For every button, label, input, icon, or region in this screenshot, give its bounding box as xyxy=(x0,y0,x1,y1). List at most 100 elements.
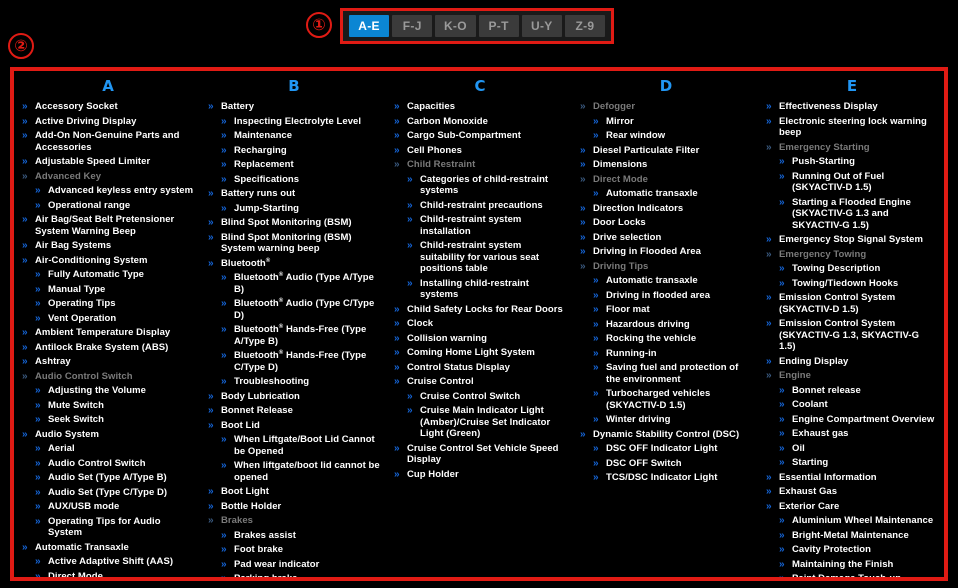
index-sub-link[interactable]: » Starting xyxy=(779,457,938,469)
index-link[interactable]: » Battery runs out xyxy=(208,188,380,200)
index-entry-label[interactable]: Bonnet Release xyxy=(221,405,293,416)
index-entry-label[interactable]: Antilock Brake System (ABS) xyxy=(35,342,168,353)
index-sub-entry-label[interactable]: Push-Starting xyxy=(792,156,855,167)
index-sub-entry-label[interactable]: Bluetooth® Hands-Free (Type A/Type B) xyxy=(234,324,366,347)
index-sub-link[interactable]: » Specifications xyxy=(221,174,380,186)
index-entry-label[interactable]: Emission Control System (SKYACTIV-D 1.5) xyxy=(779,292,895,315)
index-sub-entry-label[interactable]: Replacement xyxy=(234,159,294,170)
index-sub-link[interactable]: » Bluetooth® Audio (Type A/Type B) xyxy=(221,272,380,295)
index-entry-label[interactable]: Dynamic Stability Control (DSC) xyxy=(593,429,739,440)
index-sub-entry-label[interactable]: Driving in flooded area xyxy=(606,290,710,301)
index-sub-link[interactable]: » Installing child-restraint systems xyxy=(407,278,566,301)
index-sub-entry-label[interactable]: Mute Switch xyxy=(48,400,104,411)
index-sub-link[interactable]: » Adjusting the Volume xyxy=(35,385,194,397)
index-link[interactable]: » Accessory Socket xyxy=(22,101,194,113)
index-entry-label[interactable]: Control Status Display xyxy=(407,362,510,373)
index-entry-label[interactable]: Bottle Holder xyxy=(221,501,281,512)
index-sub-link[interactable]: » Active Adaptive Shift (AAS) xyxy=(35,556,194,568)
index-entry-label[interactable]: Clock xyxy=(407,318,433,329)
index-link[interactable]: » Exterior Care xyxy=(766,501,938,513)
index-link[interactable]: » Emission Control System (SKYACTIV-D 1.5… xyxy=(766,292,938,315)
index-sub-entry-label[interactable]: Jump-Starting xyxy=(234,203,299,214)
index-link[interactable]: » Add-On Non-Genuine Parts and Accessorie… xyxy=(22,130,194,153)
index-sub-entry-label[interactable]: Aluminium Wheel Maintenance xyxy=(792,515,933,526)
index-sub-entry-label[interactable]: Rear window xyxy=(606,130,665,141)
index-sub-entry-label[interactable]: Cruise Main Indicator Light (Amber)/Crui… xyxy=(420,405,550,439)
index-link[interactable]: » Ashtray xyxy=(22,356,194,368)
index-sub-link[interactable]: » Audio Set (Type A/Type B) xyxy=(35,472,194,484)
index-entry-label[interactable]: Carbon Monoxide xyxy=(407,116,488,127)
index-link[interactable]: » Dimensions xyxy=(580,159,752,171)
index-sub-entry-label[interactable]: Mirror xyxy=(606,116,634,127)
index-sub-link[interactable]: » Towing Description xyxy=(779,263,938,275)
index-link[interactable]: » Ending Display xyxy=(766,356,938,368)
index-sub-link[interactable]: » Recharging xyxy=(221,145,380,157)
index-sub-entry-label[interactable]: Rocking the vehicle xyxy=(606,333,696,344)
index-entry-label[interactable]: Ashtray xyxy=(35,356,71,367)
index-entry-label[interactable]: Audio System xyxy=(35,429,99,440)
index-sub-entry-label[interactable]: Engine Compartment Overview xyxy=(792,414,934,425)
index-sub-entry-label[interactable]: Coolant xyxy=(792,399,828,410)
index-sub-link[interactable]: » Towing/Tiedown Hooks xyxy=(779,278,938,290)
index-link[interactable]: » Electronic steering lock warning beep xyxy=(766,116,938,139)
index-sub-link[interactable]: » Saving fuel and protection of the envir… xyxy=(593,362,752,385)
index-sub-link[interactable]: » Coolant xyxy=(779,399,938,411)
index-link[interactable]: » Carbon Monoxide xyxy=(394,116,566,128)
index-sub-link[interactable]: » Manual Type xyxy=(35,284,194,296)
index-sub-link[interactable]: » Paint Damage Touch-up xyxy=(779,573,938,577)
index-sub-entry-label[interactable]: Bonnet release xyxy=(792,385,861,396)
index-entry-label[interactable]: Essential Information xyxy=(779,472,877,483)
index-sub-entry-label[interactable]: Cavity Protection xyxy=(792,544,871,555)
index-link[interactable]: » Driving in Flooded Area xyxy=(580,246,752,258)
index-sub-entry-label[interactable]: Specifications xyxy=(234,174,299,185)
index-sub-entry-label[interactable]: DSC OFF Indicator Light xyxy=(606,443,717,454)
tab-k-o[interactable]: K-O xyxy=(435,15,476,37)
index-sub-entry-label[interactable]: DSC OFF Switch xyxy=(606,458,682,469)
index-sub-entry-label[interactable]: Bluetooth® Audio (Type C/Type D) xyxy=(234,298,374,321)
index-entry-label[interactable]: Child Safety Locks for Rear Doors xyxy=(407,304,563,315)
index-sub-link[interactable]: » Advanced keyless entry system xyxy=(35,185,194,197)
index-sub-entry-label[interactable]: AUX/USB mode xyxy=(48,501,119,512)
index-sub-link[interactable]: » Cavity Protection xyxy=(779,544,938,556)
index-entry-label[interactable]: Effectiveness Display xyxy=(779,101,878,112)
index-sub-entry-label[interactable]: Direct Mode xyxy=(48,571,103,578)
index-sub-entry-label[interactable]: Running Out of Fuel (SKYACTIV-D 1.5) xyxy=(792,171,884,194)
index-sub-entry-label[interactable]: Manual Type xyxy=(48,284,105,295)
index-link[interactable]: » Cruise Control xyxy=(394,376,566,388)
index-sub-entry-label[interactable]: Operational range xyxy=(48,200,130,211)
index-sub-entry-label[interactable]: Running-in xyxy=(606,348,657,359)
index-sub-link[interactable]: » Vent Operation xyxy=(35,313,194,325)
index-sub-entry-label[interactable]: Automatic transaxle xyxy=(606,275,698,286)
tab-a-e[interactable]: A-E xyxy=(349,15,390,37)
index-entry-label[interactable]: Air Bag/Seat Belt Pretensioner System Wa… xyxy=(35,214,174,237)
index-sub-link[interactable]: » Bonnet release xyxy=(779,385,938,397)
index-entry-label[interactable]: Air Bag Systems xyxy=(35,240,111,251)
index-sub-link[interactable]: » Push-Starting xyxy=(779,156,938,168)
index-link[interactable]: » Antilock Brake System (ABS) xyxy=(22,342,194,354)
index-sub-link[interactable]: » DSC OFF Indicator Light xyxy=(593,443,752,455)
index-sub-link[interactable]: » Direct Mode xyxy=(35,571,194,578)
index-sub-link[interactable]: » Rocking the vehicle xyxy=(593,333,752,345)
index-link[interactable]: » Dynamic Stability Control (DSC) xyxy=(580,429,752,441)
index-link[interactable]: » Adjustable Speed Limiter xyxy=(22,156,194,168)
tab-z-9[interactable]: Z-9 xyxy=(564,15,606,37)
index-sub-link[interactable]: » Mirror xyxy=(593,116,752,128)
index-sub-entry-label[interactable]: Brakes assist xyxy=(234,530,296,541)
index-entry-label[interactable]: Exhaust Gas xyxy=(779,486,837,497)
index-entry-label[interactable]: Exterior Care xyxy=(779,501,839,512)
index-sub-link[interactable]: » Bluetooth® Hands-Free (Type A/Type B) xyxy=(221,324,380,347)
index-sub-link[interactable]: » Troubleshooting xyxy=(221,376,380,388)
index-sub-link[interactable]: » Automatic transaxle xyxy=(593,275,752,287)
index-sub-link[interactable]: » Operating Tips xyxy=(35,298,194,310)
index-entry-label[interactable]: Battery xyxy=(221,101,254,112)
index-sub-link[interactable]: » Operating Tips for Audio System xyxy=(35,516,194,539)
index-link[interactable]: » Direction Indicators xyxy=(580,203,752,215)
index-sub-entry-label[interactable]: Audio Set (Type C/Type D) xyxy=(48,487,167,498)
index-entry-label[interactable]: Boot Light xyxy=(221,486,269,497)
index-sub-entry-label[interactable]: Towing Description xyxy=(792,263,880,274)
index-sub-entry-label[interactable]: Bright-Metal Maintenance xyxy=(792,530,909,541)
index-sub-entry-label[interactable]: Operating Tips for Audio System xyxy=(48,516,161,539)
index-link[interactable]: » Battery xyxy=(208,101,380,113)
tab-p-t[interactable]: P-T xyxy=(478,15,519,37)
index-link[interactable]: » Emergency Stop Signal System xyxy=(766,234,938,246)
